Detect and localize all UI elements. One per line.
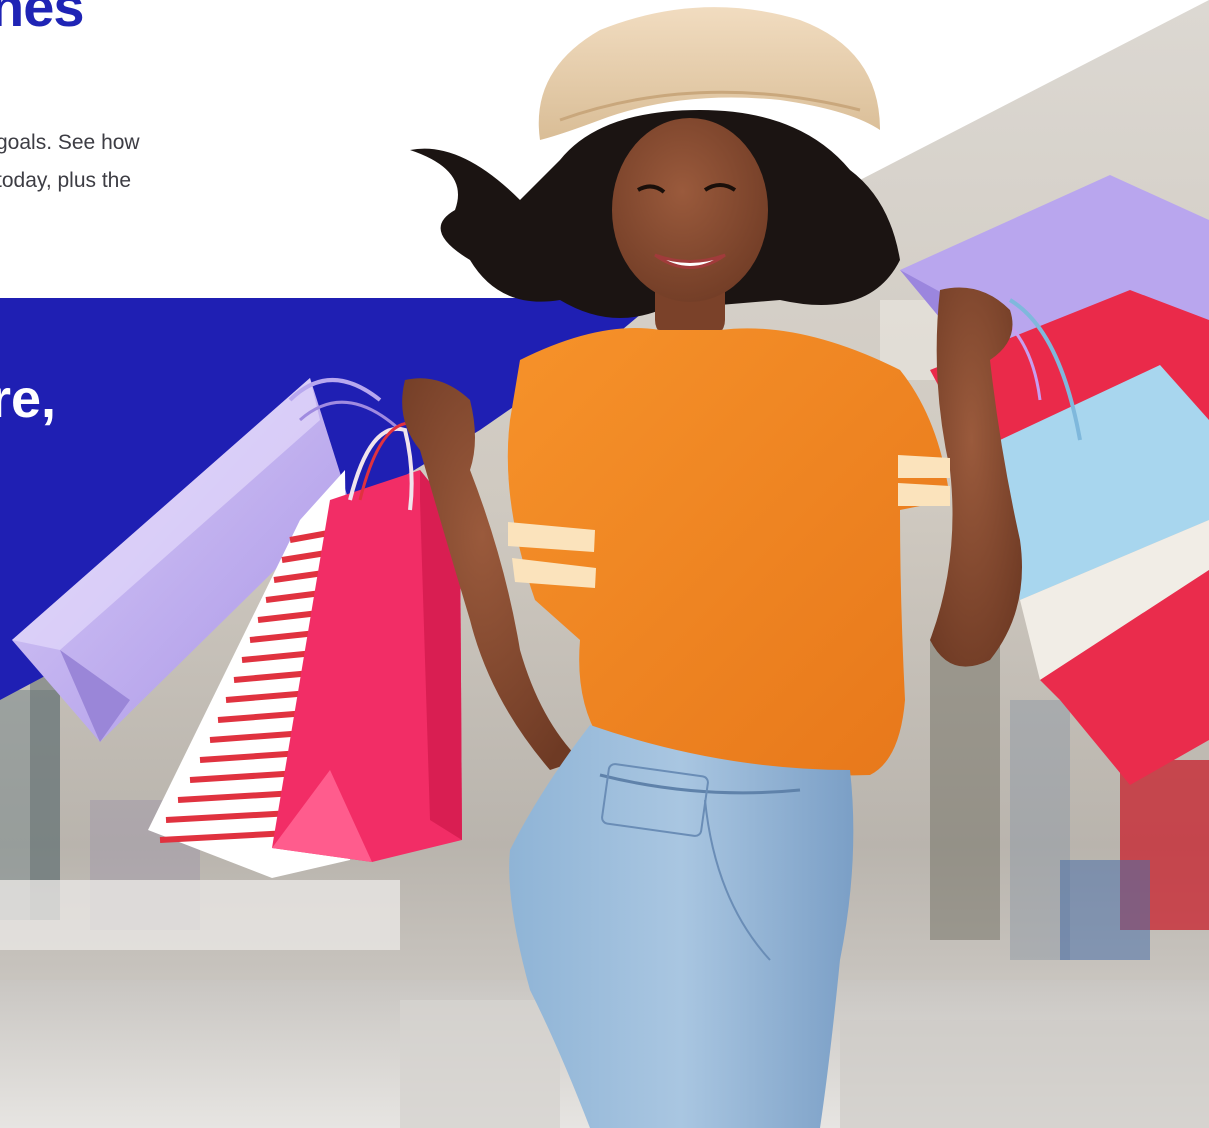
hero-body-line-2: today, plus the (0, 169, 132, 192)
hero-headline: nes (0, 0, 84, 38)
hero-body-line-1: goals. See how (0, 131, 140, 154)
hero-body-text: goals. See how today, plus the (0, 124, 206, 200)
promo-headline: re, (0, 369, 57, 429)
hero-section: nes goals. See how today, plus the re, (0, 0, 1209, 1128)
